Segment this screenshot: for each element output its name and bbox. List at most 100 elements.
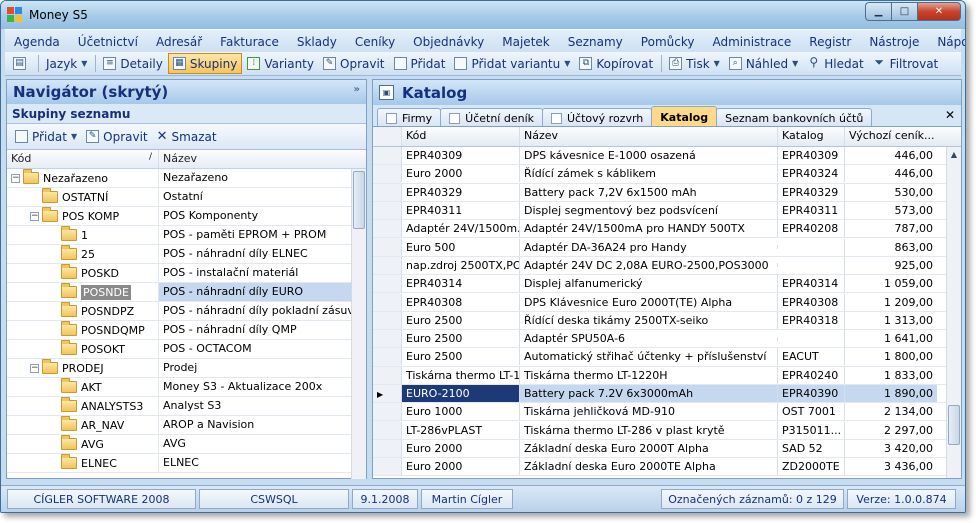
title-bar[interactable]: Money S5 ▁ □ ✕ bbox=[1, 1, 965, 29]
tree-row[interactable]: POSKD POS - instalační materiál bbox=[7, 264, 366, 283]
tree-row[interactable]: ELNEC ELNEC bbox=[7, 454, 366, 473]
menu-item-12[interactable]: Nástroje bbox=[860, 35, 928, 49]
grid-scrollbar[interactable]: ▲ bbox=[946, 147, 961, 478]
tree-row[interactable]: POSNDPZ POS - náhradní díly pokladní zásu… bbox=[7, 302, 366, 321]
table-row[interactable]: LT-286vPLAST Tiskárna thermo LT-286 v pla… bbox=[373, 421, 961, 440]
tree-scroll-thumb[interactable] bbox=[353, 171, 365, 229]
nav-add-button[interactable]: Přidat ▼ bbox=[11, 126, 81, 147]
pridat-button[interactable]: Přidat bbox=[390, 53, 450, 74]
menu-item-10[interactable]: Administrace bbox=[703, 35, 800, 49]
detaily-button[interactable]: ≡ Detaily bbox=[99, 53, 166, 74]
jazyk-button[interactable]: Jazyk ▼ bbox=[42, 53, 91, 74]
minimize-button[interactable]: ▁ bbox=[865, 2, 891, 21]
menu-item-7[interactable]: Majetek bbox=[493, 35, 558, 49]
tree-row[interactable]: 25 POS - náhradní díly ELNEC bbox=[7, 245, 366, 264]
tree-row[interactable]: AVG AVG bbox=[7, 435, 366, 454]
tree-row[interactable]: − POS KOMP POS Komponenty bbox=[7, 207, 366, 226]
tree-row[interactable]: − Nezařazeno Nezařazeno bbox=[7, 169, 366, 188]
table-row[interactable]: EPR40309 DPS kávesnice E-1000 osazená EPR4… bbox=[373, 147, 961, 166]
collapse-chevron-icon[interactable]: » bbox=[354, 84, 360, 95]
tree-col-nazev[interactable]: Název bbox=[158, 150, 201, 168]
menu-item-1[interactable]: Účetnictví bbox=[69, 35, 147, 49]
tisk-button[interactable]: ⎙ Tisk ▼ bbox=[665, 53, 724, 74]
table-row[interactable]: Euro 2500 Řídící deska tikámy 2500TX-seik… bbox=[373, 311, 961, 330]
menu-item-2[interactable]: Adresář bbox=[147, 35, 211, 49]
opravit-button[interactable]: ✎ Opravit bbox=[319, 53, 389, 74]
tree-col-kod[interactable]: Kód / bbox=[7, 150, 158, 168]
menu-item-11[interactable]: Registr bbox=[800, 35, 860, 49]
row-indicator[interactable] bbox=[373, 348, 401, 366]
tab-4[interactable]: Seznam bankovních účtů bbox=[716, 108, 873, 126]
tree-scrollbar[interactable] bbox=[351, 169, 366, 479]
scroll-up-icon[interactable]: ▲ bbox=[948, 147, 960, 162]
tree-row[interactable]: AR_NAV AROP a Navision bbox=[7, 416, 366, 435]
tree-row[interactable]: ANALYSTS3 Analyst S3 bbox=[7, 397, 366, 416]
grid-col-kod[interactable]: Kód bbox=[401, 127, 519, 146]
tab-1[interactable]: Účetní deník bbox=[440, 108, 543, 126]
table-row[interactable]: EPR40314 Displej alfanumerický EPR40314 1 0… bbox=[373, 275, 961, 294]
row-indicator[interactable] bbox=[373, 220, 401, 238]
nahled-button[interactable]: ⌕ Náhled ▼ bbox=[725, 53, 802, 74]
table-row[interactable]: EPR40311 Displej segmentový bez podsvícen… bbox=[373, 201, 961, 221]
table-row[interactable]: Euro 500 Adaptér DA-36A24 pro Handy 863,00 bbox=[373, 238, 961, 257]
menu-item-6[interactable]: Objednávky bbox=[404, 35, 493, 49]
table-row[interactable]: ▶ EURO-2100 Battery pack 7.2V 6x3000mAh EPR… bbox=[373, 384, 961, 404]
grid-scroll-thumb[interactable] bbox=[948, 405, 960, 445]
menu-item-0[interactable]: Agenda bbox=[5, 35, 69, 49]
menu-item-13[interactable]: Nápověda bbox=[928, 35, 965, 49]
pridat-variantu-button[interactable]: Přidat variantu ▼ bbox=[450, 53, 574, 74]
nav-edit-button[interactable]: ✎ Opravit bbox=[82, 126, 152, 147]
row-indicator[interactable] bbox=[373, 256, 401, 275]
table-row[interactable]: Euro 2500 Automatický střihač účtenky + p… bbox=[373, 348, 961, 367]
menu-item-9[interactable]: Pomůcky bbox=[632, 35, 704, 49]
hledat-button[interactable]: ⚲ Hledat bbox=[803, 53, 867, 74]
row-indicator[interactable] bbox=[373, 329, 401, 348]
collapse-icon[interactable]: − bbox=[30, 363, 39, 373]
close-button[interactable]: ✕ bbox=[917, 2, 961, 21]
row-indicator[interactable] bbox=[373, 275, 401, 293]
menu-item-8[interactable]: Seznamy bbox=[559, 35, 632, 49]
menu-item-3[interactable]: Fakturace bbox=[211, 35, 288, 49]
tree-row[interactable]: 1 POS - paměti EPROM + PROM bbox=[7, 226, 366, 245]
row-indicator[interactable] bbox=[373, 238, 401, 256]
tree-row[interactable]: AKT Money S3 - Aktualizace 200x bbox=[7, 378, 366, 397]
grid-col-nazev[interactable]: Název bbox=[519, 127, 777, 146]
table-row[interactable]: Adaptér 24V/1500m... Adaptér 24V/1500mA p… bbox=[373, 220, 961, 239]
collapse-icon[interactable]: − bbox=[30, 211, 39, 221]
row-indicator[interactable] bbox=[373, 147, 401, 165]
table-row[interactable]: Euro 2000 Základní deska Euro 2000T Alpha… bbox=[373, 439, 961, 459]
skupiny-button[interactable]: ▦ Skupiny bbox=[167, 53, 243, 74]
table-row[interactable]: EPR40308 DPS Klávesnice Euro 2000T(TE) Al… bbox=[373, 293, 961, 312]
nav-delete-button[interactable]: ✕ Smazat bbox=[153, 126, 221, 147]
row-indicator[interactable] bbox=[373, 366, 401, 384]
menu-item-5[interactable]: Ceníky bbox=[346, 35, 404, 49]
layout-button[interactable]: ▤ bbox=[9, 53, 34, 74]
tree-row[interactable]: POSNDE POS - náhradní díly EURO bbox=[7, 283, 366, 302]
tree-row[interactable]: − PRODEJ Prodej bbox=[7, 359, 366, 378]
table-row[interactable]: Euro 2500 Adaptér SPU50A-6 1 641,00 bbox=[373, 329, 961, 349]
table-row[interactable]: Euro 2000 Základní deska Euro 2000TE Alph… bbox=[373, 458, 961, 477]
filtrovat-button[interactable]: ⏷ Filtrovat bbox=[869, 53, 943, 74]
row-indicator[interactable] bbox=[373, 439, 401, 458]
tree-row[interactable]: POSNDQMP POS - náhradní díly QMP bbox=[7, 321, 366, 340]
row-indicator[interactable] bbox=[373, 421, 401, 439]
navigator-header[interactable]: Navigátor (skrytý) » bbox=[7, 80, 366, 104]
menu-item-4[interactable]: Sklady bbox=[288, 35, 346, 49]
row-indicator[interactable] bbox=[373, 311, 401, 329]
grid-col-cena[interactable]: Výchozí ceník... bbox=[844, 127, 937, 146]
row-indicator[interactable] bbox=[373, 201, 401, 220]
maximize-button[interactable]: □ bbox=[891, 2, 917, 21]
row-indicator[interactable] bbox=[373, 293, 401, 311]
row-indicator[interactable] bbox=[373, 183, 401, 201]
grid-col-katalog[interactable]: Katalog bbox=[777, 127, 844, 146]
row-indicator[interactable] bbox=[373, 458, 401, 476]
row-indicator[interactable] bbox=[373, 403, 401, 421]
row-indicator[interactable] bbox=[373, 165, 401, 183]
tab-0[interactable]: Firmy bbox=[377, 108, 442, 126]
table-row[interactable]: nap.zdroj 2500TX,POS Adaptér 24V DC 2,08A… bbox=[373, 256, 961, 276]
kopirovat-button[interactable]: ⧉ Kopírovat bbox=[575, 53, 657, 74]
tree-row[interactable]: POSOKT POS - OCTACOM bbox=[7, 340, 366, 359]
table-row[interactable]: EPR40329 Battery pack 7,2V 6x1500 mAh EPR4… bbox=[373, 183, 961, 202]
tree-row[interactable]: OSTATNÍ Ostatní bbox=[7, 188, 366, 207]
table-row[interactable]: Tiskárna thermo LT-1 Tiskárna thermo LT-1… bbox=[373, 366, 961, 385]
